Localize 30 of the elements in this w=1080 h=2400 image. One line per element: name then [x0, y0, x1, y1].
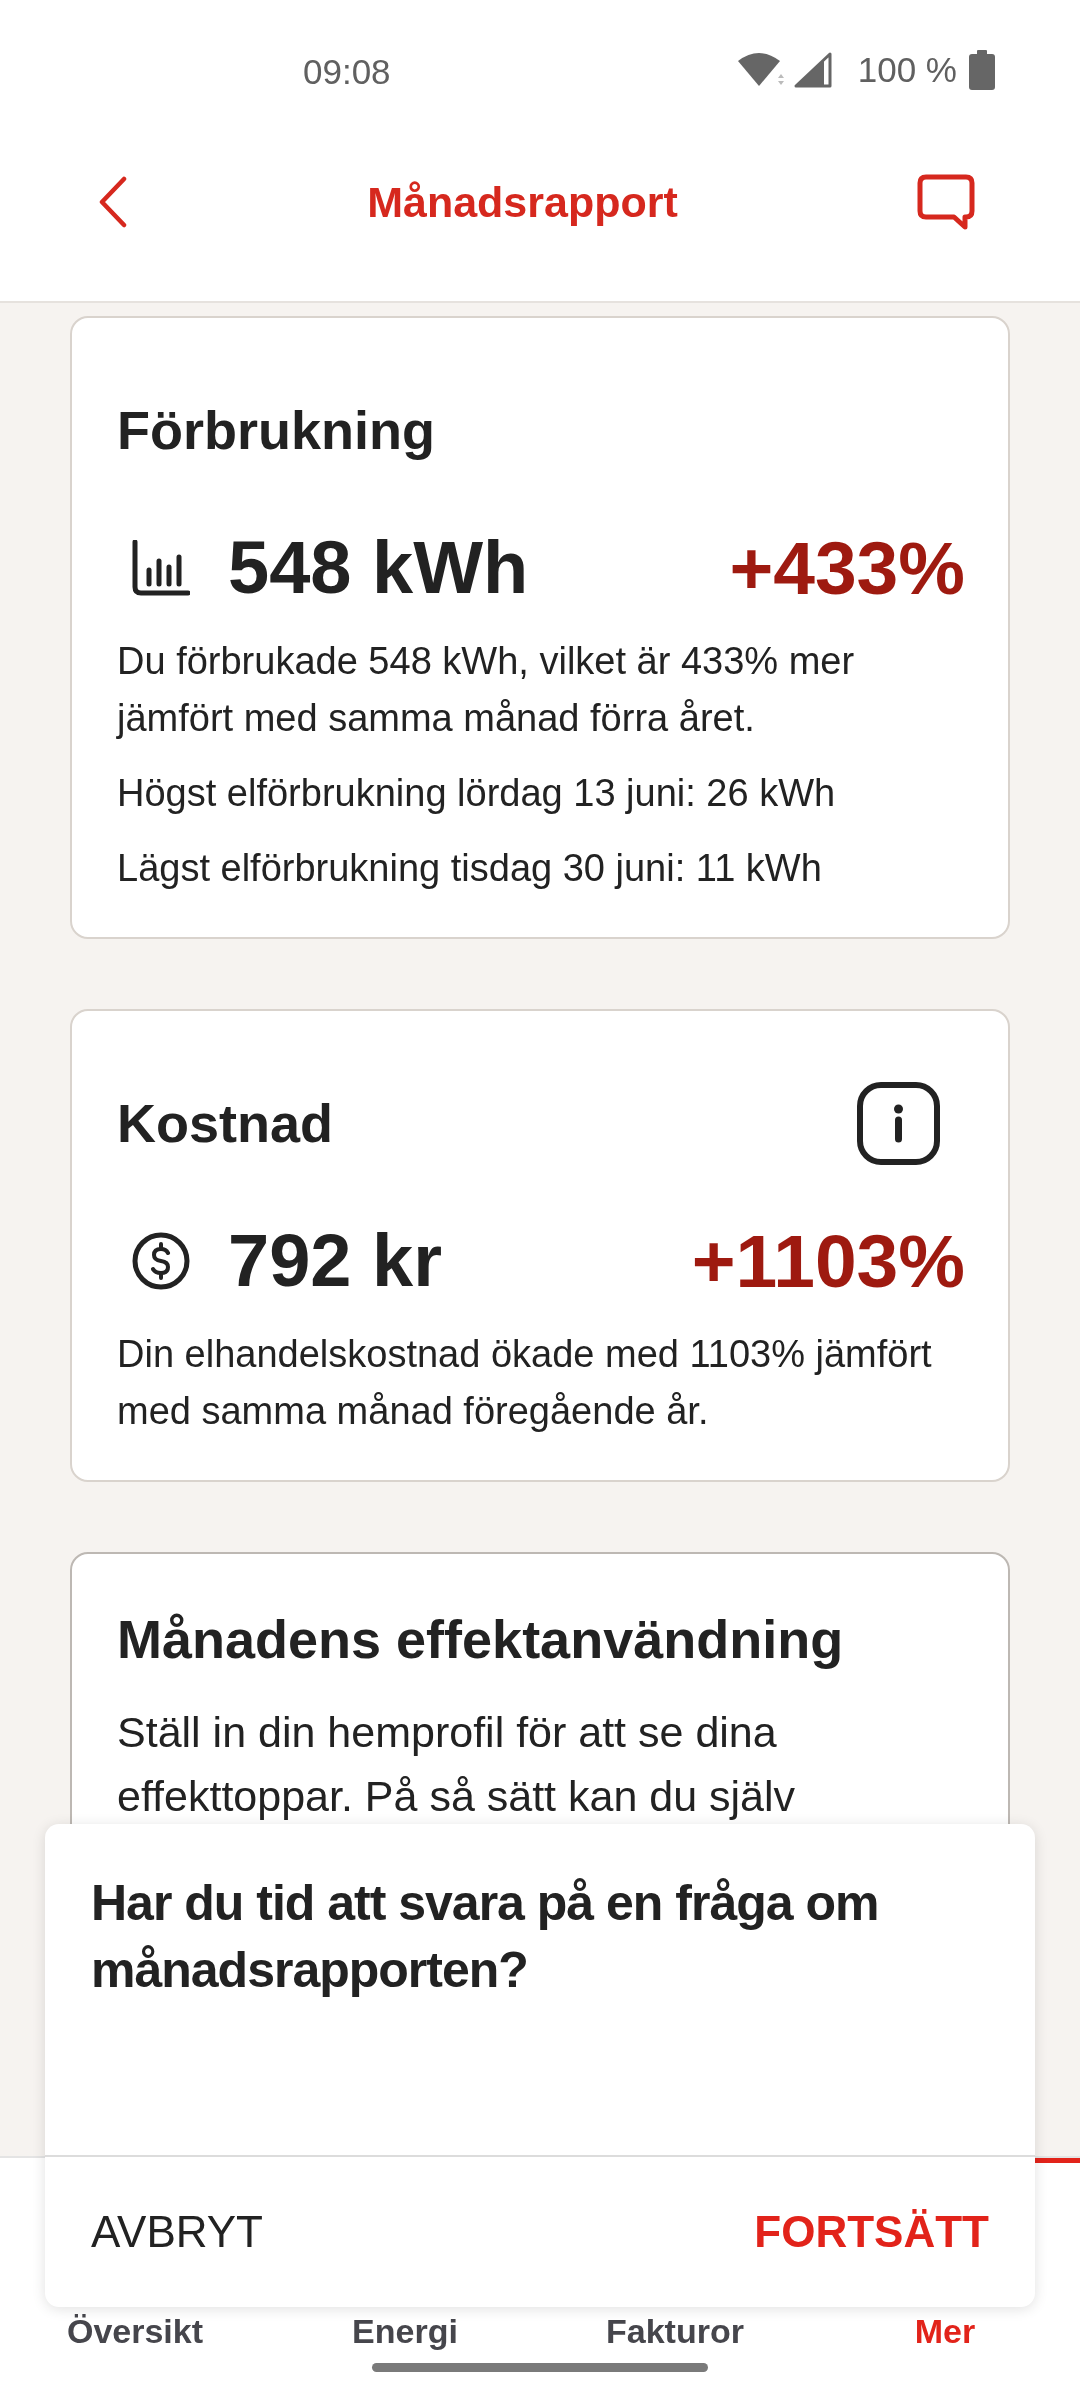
dollar-circle-icon	[132, 1232, 190, 1290]
signal-icon	[793, 52, 832, 88]
nav-tab[interactable]: Fakturor	[600, 2311, 750, 2351]
stat-value: 792 kr	[228, 1218, 442, 1304]
wifi-icon	[737, 52, 784, 88]
dialog-title: Har du tid att svara på en fråga om månadsrapporten?	[91, 1874, 880, 2000]
cancel-button[interactable]: AVBRYT	[81, 2198, 273, 2266]
card-text: Lägst elförbrukning tisdag 30 juni: 11 kWh	[117, 846, 823, 891]
change-percent: +1103%	[691, 1218, 965, 1305]
stat-value: 548 kWh	[228, 525, 529, 611]
battery-icon	[969, 50, 995, 90]
nav-tab[interactable]: Översikt	[60, 2311, 210, 2351]
change-percent: +433%	[729, 525, 965, 612]
info-icon[interactable]	[857, 1081, 940, 1165]
screen-title: Månadsrapport	[367, 176, 678, 228]
card-text: Du förbrukade 548 kWh, vilket är 433% mer jämfört med samma månad förra året.	[117, 639, 856, 741]
speech-bubble-icon[interactable]	[917, 173, 975, 230]
card-text: Din elhandelskostnad ökade med 1103% jämfört med samma månad föregående år.	[117, 1332, 933, 1434]
card-text: Högst elförbrukning lördag 13 juni: 26 kWh	[117, 771, 837, 816]
card-title: Månadens effektanvändning	[117, 1611, 844, 1667]
nav-tab[interactable]: Energi	[346, 2311, 464, 2351]
status-time: 09:08	[303, 51, 391, 93]
card-title: Förbrukning	[117, 402, 435, 458]
chevron-left-icon[interactable]	[98, 175, 128, 228]
card-title: Kostnad	[117, 1095, 333, 1151]
bar-chart-icon	[132, 540, 190, 596]
nav-tab[interactable]: Mer	[908, 2311, 982, 2351]
continue-button[interactable]: FORTSÄTT	[744, 2198, 999, 2266]
battery-percent: 100 %	[857, 49, 957, 91]
card-text: Ställ in din hemprofil för att se dina effekttoppar. På så sätt kan du själv	[117, 1707, 797, 1822]
